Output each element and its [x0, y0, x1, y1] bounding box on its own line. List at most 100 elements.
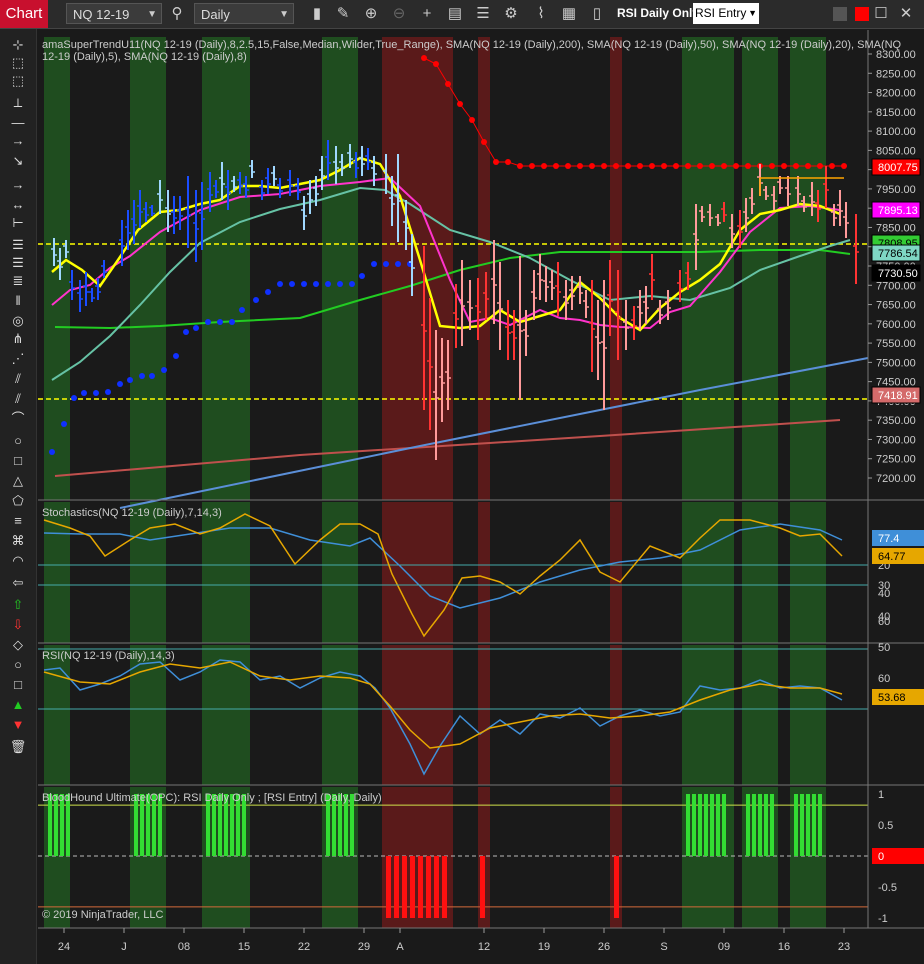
chart-canvas[interactable]: 8300.008250.008200.008150.008100.008050.…	[0, 0, 924, 964]
bh-short-signal	[386, 856, 391, 918]
y-tick-label: 7950.00	[876, 184, 916, 196]
green-zone	[742, 645, 778, 785]
supertrend-dot	[661, 163, 667, 169]
red-zone	[478, 502, 490, 643]
price-flag-text: 7895.13	[878, 205, 918, 217]
x-tick-label: 16	[778, 941, 790, 953]
bh-short-signal	[614, 856, 619, 918]
price-flag-text: 7730.50	[878, 268, 918, 280]
bh-short-signal	[434, 856, 439, 918]
bh-short-signal	[402, 856, 407, 918]
supertrend-dot	[229, 319, 235, 325]
bh-short-signal	[442, 856, 447, 918]
y-tick-label: 7600.00	[876, 319, 916, 331]
x-tick-label: 24	[58, 941, 70, 953]
x-tick-label: 12	[478, 941, 490, 953]
supertrend-dot	[127, 377, 133, 383]
supertrend-dot	[565, 163, 571, 169]
supertrend-dot	[277, 281, 283, 287]
supertrend-dot	[613, 163, 619, 169]
bh-long-signal	[764, 794, 768, 856]
price-panel-label: amaSuperTrendU11(NQ 12-19 (Daily),8,2.5,…	[42, 39, 902, 51]
bh-long-signal	[758, 794, 762, 856]
supertrend-dot	[173, 353, 179, 359]
bh-short-signal	[426, 856, 431, 918]
y-tick-label: 0.5	[878, 820, 893, 832]
supertrend-dot	[721, 163, 727, 169]
stoch-flag-text: 64.77	[878, 551, 906, 563]
supertrend-dot	[841, 163, 847, 169]
y-tick-label: 60	[878, 673, 890, 685]
green-zone	[790, 37, 826, 500]
bloodhound-label: BloodHound Ultimate(OPC): RSI Daily Only…	[42, 792, 382, 804]
price-panel-label-2: 12-19 (Daily),5), SMA(NQ 12-19 (Daily),8…	[42, 51, 247, 63]
red-zone	[610, 37, 622, 500]
red-zone	[610, 645, 622, 785]
supertrend-dot	[395, 261, 401, 267]
supertrend-dot	[745, 163, 751, 169]
price-flag-text: 7786.54	[878, 248, 918, 260]
supertrend-dot	[781, 163, 787, 169]
red-zone	[478, 37, 490, 500]
bh-long-signal	[806, 794, 810, 856]
y-tick-label: 8150.00	[876, 107, 916, 119]
price-flag-text: 7418.91	[878, 390, 918, 402]
x-tick-label: 22	[298, 941, 310, 953]
y-tick-label: 8100.00	[876, 126, 916, 138]
supertrend-dot	[505, 159, 511, 165]
green-zone	[130, 502, 166, 643]
supertrend-dot	[829, 163, 835, 169]
supertrend-dot	[421, 55, 427, 61]
supertrend-dot	[149, 373, 155, 379]
supertrend-dot	[445, 81, 451, 87]
supertrend-dot	[313, 281, 319, 287]
bh-short-signal	[410, 856, 415, 918]
supertrend-dot	[517, 163, 523, 169]
x-tick-label: J	[121, 941, 127, 953]
x-tick-label: 19	[538, 941, 550, 953]
green-zone	[682, 502, 734, 643]
supertrend-dot	[183, 329, 189, 335]
red-zone	[478, 645, 490, 785]
supertrend-dot	[805, 163, 811, 169]
red-zone	[382, 37, 453, 500]
y-tick-label: 7500.00	[876, 357, 916, 369]
supertrend-dot	[105, 389, 111, 395]
bh-long-signal	[692, 794, 696, 856]
stoch-flag-text: 77.4	[878, 533, 899, 545]
y-tick-label: 30	[878, 580, 890, 592]
green-zone	[202, 37, 250, 500]
bh-long-signal	[770, 794, 774, 856]
x-tick-label: 26	[598, 941, 610, 953]
bh-flag-text: 0	[878, 851, 884, 863]
supertrend-dot	[193, 325, 199, 331]
y-tick-label: 8250.00	[876, 68, 916, 80]
y-tick-label: 7550.00	[876, 338, 916, 350]
bh-long-signal	[722, 794, 726, 856]
y-tick-label: 7200.00	[876, 473, 916, 485]
red-zone	[610, 502, 622, 643]
supertrend-dot	[383, 261, 389, 267]
bh-long-signal	[752, 794, 756, 856]
x-tick-label: 29	[358, 941, 370, 953]
supertrend-dot	[637, 163, 643, 169]
supertrend-dot	[61, 421, 67, 427]
supertrend-dot	[577, 163, 583, 169]
y-tick-label: 7850.00	[876, 222, 916, 234]
supertrend-dot	[541, 163, 547, 169]
stochastics-label: Stochastics(NQ 12-19 (Daily),7,14,3)	[42, 507, 222, 519]
bh-long-signal	[704, 794, 708, 856]
y-tick-label: 8050.00	[876, 145, 916, 157]
x-tick-label: 15	[238, 941, 250, 953]
price-flag-text: 8007.75	[878, 162, 918, 174]
supertrend-dot	[457, 101, 463, 107]
supertrend-dot	[81, 390, 87, 396]
bh-long-signal	[686, 794, 690, 856]
y-tick-label: 7700.00	[876, 280, 916, 292]
supertrend-dot	[349, 281, 355, 287]
supertrend-dot	[161, 367, 167, 373]
x-tick-label: 09	[718, 941, 730, 953]
bh-long-signal	[794, 794, 798, 856]
supertrend-dot	[93, 390, 99, 396]
y-tick-label: 7350.00	[876, 415, 916, 427]
